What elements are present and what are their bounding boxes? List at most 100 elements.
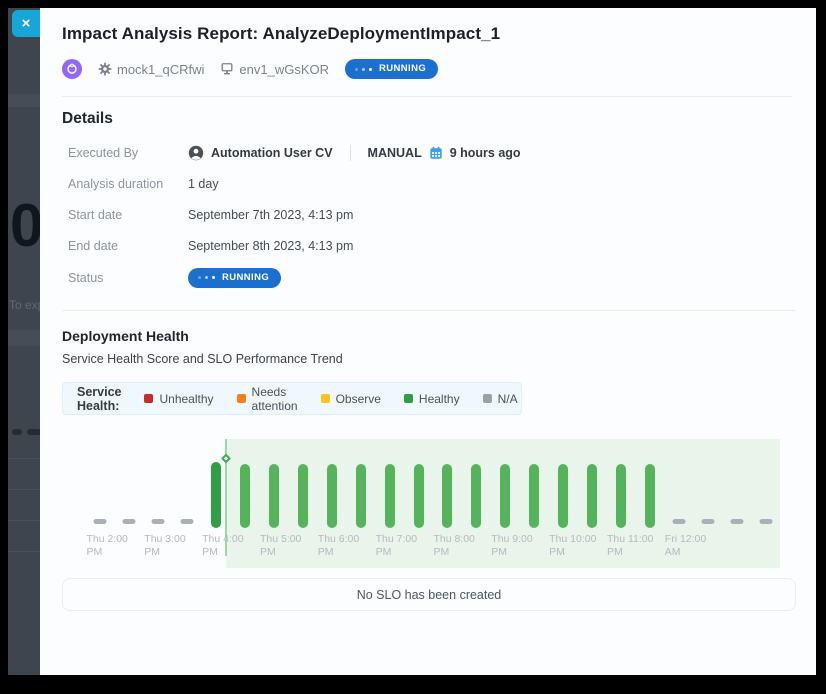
status-badge: RUNNING: [345, 59, 438, 79]
health-bar: [181, 519, 194, 524]
legend-label: Needs attention: [252, 385, 298, 413]
legend-swatch: [144, 394, 153, 403]
health-bar: [385, 464, 395, 528]
section-divider: [62, 310, 796, 311]
automation-label: mock1_qCRfwi: [117, 62, 204, 77]
legend-swatch: [237, 394, 246, 403]
details-heading: Details: [62, 110, 796, 128]
legend-item: Needs attention: [237, 385, 298, 413]
legend-swatch: [321, 394, 330, 403]
swirl-icon: [66, 63, 78, 75]
environment-icon: [220, 62, 234, 76]
backdrop-row-line: [8, 458, 40, 459]
health-bar: [327, 464, 337, 528]
running-dot: [369, 68, 372, 71]
backdrop-row-line: [8, 520, 40, 521]
detail-value: September 8th 2023, 4:13 pm: [188, 239, 353, 253]
chart-x-axis: Thu 2:00PMThu 3:00PMThu 4:00PMThu 5:00PM…: [86, 533, 780, 568]
gear-icon: [98, 62, 112, 76]
health-trend-chart: Thu 2:00PMThu 3:00PMThu 4:00PMThu 5:00PM…: [62, 431, 796, 568]
x-tick-label: Thu 2:00PM: [86, 533, 127, 559]
report-meta-row: mock1_qCRfwi env1_wGsKOR RUNNING: [62, 59, 792, 79]
x-tick-label: Thu 9:00PM: [491, 533, 532, 559]
value-separator: [350, 145, 351, 161]
detail-label: Analysis duration: [68, 177, 188, 191]
deployment-health-subtitle: Service Health Score and SLO Performance…: [62, 352, 796, 366]
running-dot: [205, 276, 208, 279]
backdrop-band: [8, 94, 40, 107]
detail-row-executed-by: Executed By Automation User CV MANUAL: [62, 137, 796, 168]
impact-analysis-avatar: [62, 59, 82, 79]
slo-empty-state: No SLO has been created: [62, 578, 796, 611]
close-icon: ×: [22, 15, 31, 32]
service-health-legend: Service Health: Unhealthy Needs attention…: [62, 382, 522, 415]
detail-row-start-date: Start date September 7th 2023, 4:13 pm: [62, 199, 796, 230]
health-bar: [240, 464, 250, 528]
health-bar: [298, 464, 308, 528]
health-bar: [587, 464, 597, 528]
health-bar: [730, 519, 743, 524]
backdrop-partial-text: To exp: [9, 298, 40, 312]
impact-analysis-drawer: × Impact Analysis Report: AnalyzeDeploym…: [40, 8, 816, 675]
user-icon: [188, 145, 204, 161]
running-dot: [212, 276, 215, 279]
detail-label: Executed By: [68, 146, 188, 160]
legend-swatch: [404, 394, 413, 403]
detail-label: Status: [68, 271, 188, 285]
drawer-scroll-area[interactable]: Details Executed By Automation User CV M…: [40, 97, 816, 611]
health-bar: [500, 464, 510, 528]
health-bar: [269, 464, 279, 528]
detail-row-status: Status RUNNING: [62, 261, 796, 294]
x-tick-label: Fri 12:00AM: [665, 533, 706, 559]
x-tick-label: Thu 7:00PM: [376, 533, 417, 559]
legend-items: Unhealthy Needs attention Observe Healthy N/…: [144, 385, 517, 413]
x-tick-label: Thu 6:00PM: [318, 533, 359, 559]
health-bar: [529, 464, 539, 528]
x-tick-label: Thu 3:00PM: [144, 533, 185, 559]
health-bar: [94, 519, 107, 524]
dimmed-page-backdrop: 0 To exp: [8, 8, 40, 675]
health-bar: [471, 464, 481, 528]
executed-time-ago: 9 hours ago: [450, 146, 521, 160]
detail-row-analysis-duration: Analysis duration 1 day: [62, 168, 796, 199]
legend-item: Observe: [321, 385, 381, 413]
health-bar: [442, 464, 452, 528]
automation-chip: mock1_qCRfwi: [98, 62, 204, 77]
status-badge-label: RUNNING: [379, 63, 426, 75]
executed-by-user: Automation User CV: [211, 146, 333, 160]
health-bar: [701, 519, 714, 524]
x-tick-label: Thu 8:00PM: [433, 533, 474, 559]
window-frame: 0 To exp × Impact Analysis Report: Analy…: [0, 0, 826, 694]
detail-label: Start date: [68, 208, 188, 222]
health-bar: [558, 464, 568, 528]
backdrop-band: [8, 330, 40, 346]
health-bar: [123, 519, 136, 524]
health-bar: [672, 519, 685, 524]
backdrop-row-line: [8, 489, 40, 490]
health-bar: [616, 464, 626, 528]
backdrop-shape: [12, 429, 22, 435]
running-dot: [198, 276, 201, 279]
drawer-header: Impact Analysis Report: AnalyzeDeploymen…: [40, 8, 816, 97]
deployment-health-heading: Deployment Health: [62, 328, 796, 344]
health-bar: [645, 464, 655, 528]
health-bar: [152, 519, 165, 524]
backdrop-big-number: 0: [10, 196, 40, 256]
legend-label: N/A: [498, 392, 518, 406]
page-title: Impact Analysis Report: AnalyzeDeploymen…: [62, 24, 792, 44]
slo-empty-text: No SLO has been created: [357, 588, 502, 602]
detail-label: End date: [68, 239, 188, 253]
environment-label: env1_wGsKOR: [239, 62, 329, 77]
health-bar: [414, 464, 424, 528]
trigger-type: MANUAL: [368, 146, 422, 160]
detail-row-end-date: End date September 8th 2023, 4:13 pm: [62, 230, 796, 261]
legend-item: Healthy: [404, 385, 460, 413]
legend-label: Unhealthy: [159, 392, 213, 406]
legend-title: Service Health:: [77, 385, 121, 413]
backdrop-shape: [27, 429, 40, 435]
close-button[interactable]: ×: [12, 10, 40, 37]
legend-label: Healthy: [419, 392, 460, 406]
running-dot: [362, 68, 365, 71]
status-badge-label: RUNNING: [222, 272, 269, 284]
detail-value: September 7th 2023, 4:13 pm: [188, 208, 353, 222]
